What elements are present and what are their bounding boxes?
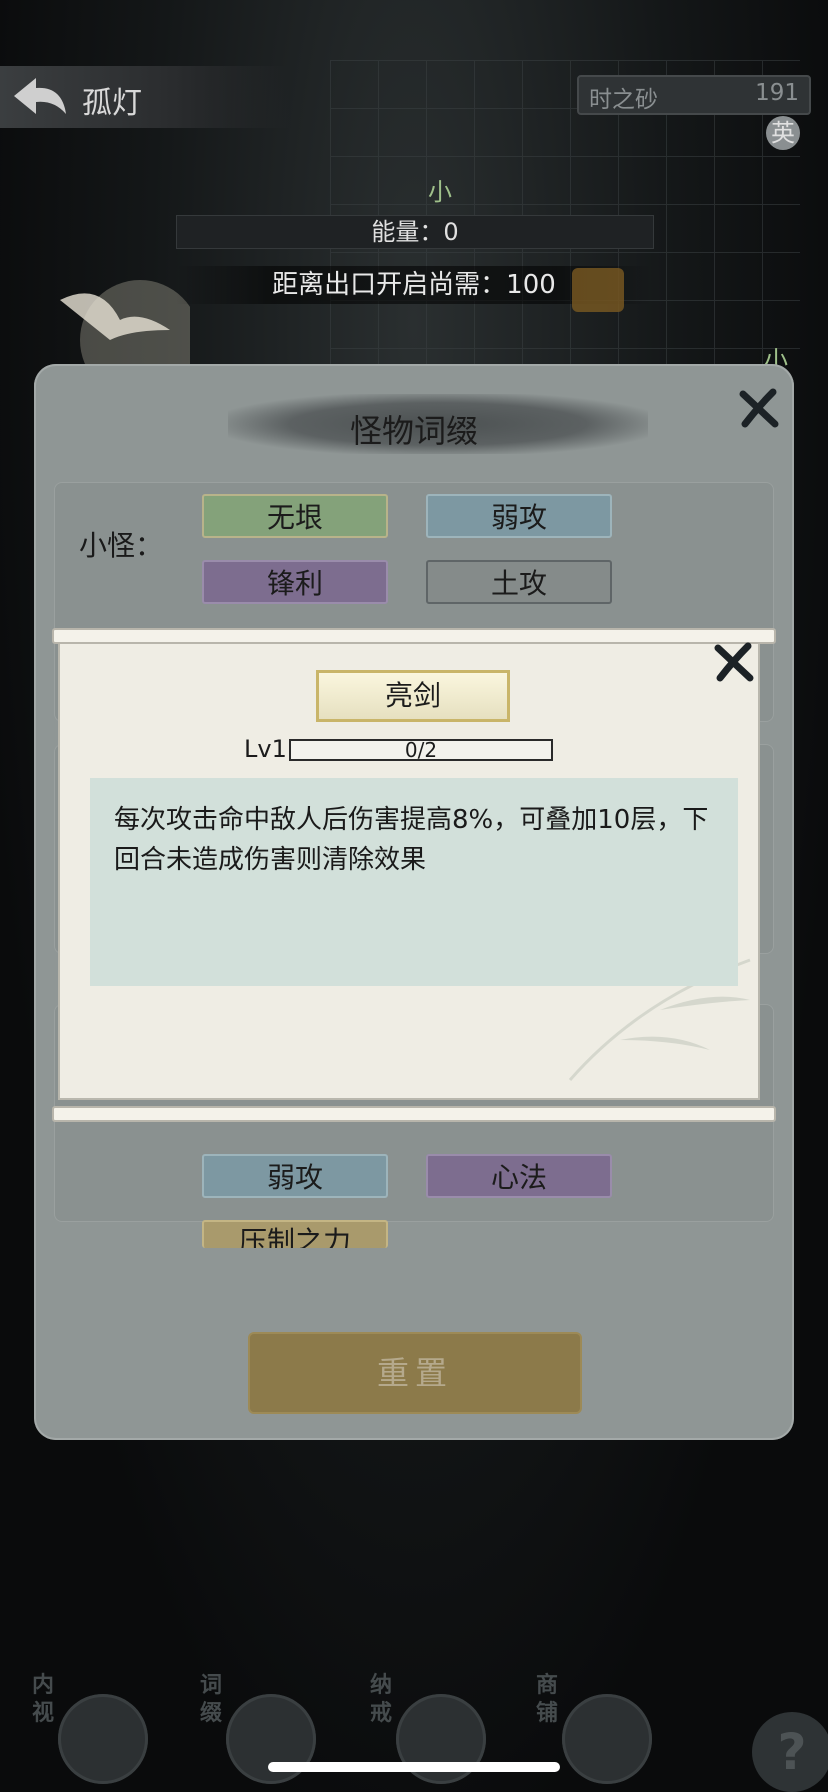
nav-label: 纳戒: [370, 1673, 393, 1726]
map-mark-elite: 英: [766, 116, 800, 150]
skill-name-tag: 亮剑: [316, 670, 510, 722]
skill-description-box: 每次攻击命中敌人后伤害提高8%，可叠加10层，下回合未造成伤害则清除效果: [90, 778, 738, 986]
affix-tag[interactable]: 无垠: [202, 494, 388, 538]
modal-title: 怪物词缀: [349, 412, 478, 450]
eye-icon: [58, 1694, 148, 1784]
affix-tag[interactable]: 土攻: [426, 560, 612, 604]
affix-tag[interactable]: 锋利: [202, 560, 388, 604]
nav-ring[interactable]: 纳戒: [370, 1672, 500, 1784]
affix-tag[interactable]: 心法: [426, 1154, 612, 1198]
close-icon[interactable]: [712, 640, 756, 684]
currency-value: 191: [755, 80, 799, 106]
affix-tag[interactable]: 弱攻: [426, 494, 612, 538]
scroll-rod-bottom: [52, 1106, 776, 1122]
energy-bar: 能量：0: [176, 215, 654, 249]
treasure-chest-icon: [572, 268, 624, 312]
scroll-rod-top: [52, 628, 776, 644]
category-label-minor: 小怪：: [79, 529, 164, 562]
nav-label: 词缀: [200, 1673, 223, 1726]
nav-label: 商铺: [536, 1673, 559, 1726]
help-button[interactable]: ?: [752, 1712, 828, 1792]
level-label: Lv1: [244, 735, 287, 763]
crane-emblem-icon: [60, 280, 190, 370]
affix-tag[interactable]: 弱攻: [202, 1154, 388, 1198]
level-progress-bar: 0/2: [289, 738, 553, 762]
level-progress-text: 0/2: [404, 738, 438, 762]
home-indicator[interactable]: [268, 1762, 560, 1772]
shop-icon: [562, 1694, 652, 1784]
nav-label: 内视: [32, 1673, 55, 1726]
currency-display: 时之砂 191: [577, 75, 811, 115]
page-title: 孤灯: [82, 86, 142, 121]
nav-inner-view[interactable]: 内视: [32, 1672, 162, 1784]
nav-affix[interactable]: 词缀: [200, 1672, 330, 1784]
back-button[interactable]: 孤灯: [0, 66, 290, 128]
nav-shop[interactable]: 商铺: [536, 1672, 666, 1784]
back-arrow-icon: [14, 78, 66, 114]
skill-description: 每次攻击命中敌人后伤害提高8%，可叠加10层，下回合未造成伤害则清除效果: [114, 805, 709, 875]
map-mark-minor: 小: [428, 178, 452, 206]
close-icon[interactable]: [737, 386, 781, 430]
affix-tag-clipped[interactable]: 压制之力: [202, 1220, 388, 1248]
reset-button[interactable]: 重置: [248, 1332, 582, 1414]
currency-label: 时之砂: [589, 87, 658, 113]
